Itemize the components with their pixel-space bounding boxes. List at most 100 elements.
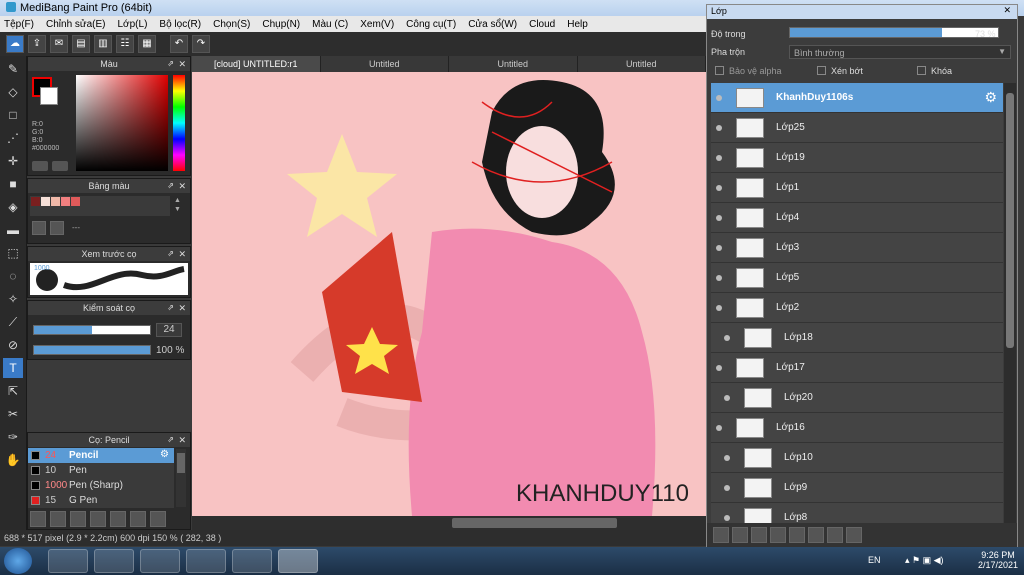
merge-layer-icon[interactable] <box>827 527 843 543</box>
eye-icon[interactable] <box>716 185 722 191</box>
eye-icon[interactable] <box>716 215 722 221</box>
share-icon[interactable]: ⇪ <box>28 35 46 53</box>
eye-icon[interactable] <box>724 335 730 341</box>
menu-select[interactable]: Chọn(S) <box>213 19 250 30</box>
eye-icon[interactable] <box>724 395 730 401</box>
menu-layer[interactable]: Lớp(L) <box>118 19 148 30</box>
layer-folder-icon[interactable] <box>789 527 805 543</box>
popout-icon[interactable]: ⇗ <box>167 301 174 315</box>
eye-icon[interactable] <box>716 365 722 371</box>
tab-cloud-untitled[interactable]: [cloud] UNTITLED:r1 <box>192 56 321 72</box>
brush-size-value[interactable]: 24 <box>156 323 182 337</box>
start-button[interactable] <box>4 548 32 574</box>
clipping-checkbox[interactable] <box>817 66 826 75</box>
eye-icon[interactable] <box>724 485 730 491</box>
menu-help[interactable]: Help <box>567 19 588 30</box>
menu-window[interactable]: Cửa sổ(W) <box>468 19 517 30</box>
layer-row[interactable]: Lớp18 <box>711 323 1003 353</box>
rectangle-tool-icon[interactable]: □ <box>3 105 23 125</box>
media-player-icon[interactable] <box>140 549 180 573</box>
new-8bit-layer-icon[interactable] <box>751 527 767 543</box>
layer-row[interactable]: Lớp2 <box>711 293 1003 323</box>
move-tool-icon[interactable]: ✛ <box>3 151 23 171</box>
divide-tool-icon[interactable]: ✂ <box>3 404 23 424</box>
gear-icon[interactable]: ⚙ <box>984 89 997 106</box>
cloud-icon[interactable]: ☁ <box>6 35 24 53</box>
dot-tool-icon[interactable]: ⋰ <box>3 128 23 148</box>
grid-icon[interactable]: ▦ <box>138 35 156 53</box>
hand-tool-icon[interactable]: ✋ <box>3 450 23 470</box>
bucket-tool-icon[interactable]: ◈ <box>3 197 23 217</box>
popout-icon[interactable]: ⇗ <box>167 57 174 71</box>
brush-item[interactable]: 1000 Pen (Sharp) <box>28 478 174 493</box>
menu-snap[interactable]: Chụp(N) <box>262 19 300 30</box>
eye-icon[interactable] <box>724 455 730 461</box>
tab-untitled[interactable]: Untitled <box>320 56 449 72</box>
clock[interactable]: 9:26 PM 2/17/2021 <box>978 550 1018 570</box>
menu-filter[interactable]: Bộ lọc(R) <box>159 19 201 30</box>
drawing-canvas[interactable]: KHANHDUY110 <box>192 72 706 516</box>
select-rect-icon[interactable]: ⬚ <box>3 243 23 263</box>
copy-brush-icon[interactable] <box>130 511 146 527</box>
layer-row[interactable]: Lớp9 <box>711 473 1003 503</box>
new-halftone-layer-icon[interactable] <box>732 527 748 543</box>
text-tool-icon[interactable]: T <box>3 358 23 378</box>
document-icon[interactable]: ▤ <box>72 35 90 53</box>
comment-icon[interactable]: ✉ <box>50 35 68 53</box>
brush-item[interactable]: 10 Pen <box>28 463 174 478</box>
lock-checkbox[interactable] <box>917 66 926 75</box>
eye-icon[interactable] <box>716 425 722 431</box>
folder-icon[interactable] <box>110 511 126 527</box>
swap-color-icon[interactable] <box>52 161 68 171</box>
brush-settings-icon[interactable] <box>90 511 106 527</box>
close-icon[interactable]: ✕ <box>178 433 186 447</box>
dropper-small-icon[interactable] <box>32 161 48 171</box>
trash-icon[interactable] <box>150 511 166 527</box>
eye-icon[interactable] <box>716 245 722 251</box>
brush-size-slider[interactable] <box>33 325 151 335</box>
gear-icon[interactable]: ⚙ <box>160 449 169 460</box>
select-eraser-icon[interactable]: ⊘ <box>3 335 23 355</box>
menu-edit[interactable]: Chỉnh sửa(E) <box>46 19 106 30</box>
undo-icon[interactable]: ↶ <box>170 35 188 53</box>
vscroll-thumb[interactable] <box>1006 93 1014 348</box>
blend-mode-select[interactable]: Bình thường ▼ <box>789 45 1011 59</box>
brush-opacity-slider[interactable] <box>33 345 151 355</box>
layer-row[interactable]: Lớp20 <box>711 383 1003 413</box>
ie-icon[interactable] <box>48 549 88 573</box>
redo-icon[interactable]: ↷ <box>192 35 210 53</box>
menu-color[interactable]: Màu (C) <box>312 19 348 30</box>
app-icon[interactable] <box>232 549 272 573</box>
tab-untitled[interactable]: Untitled <box>449 56 578 72</box>
menu-view[interactable]: Xem(V) <box>360 19 394 30</box>
layer-row[interactable]: Lớp19 <box>711 143 1003 173</box>
layer-row[interactable]: Lớp25 <box>711 113 1003 143</box>
explorer-icon[interactable] <box>94 549 134 573</box>
hue-slider[interactable] <box>173 75 185 171</box>
magic-wand-icon[interactable]: ✧ <box>3 289 23 309</box>
popout-icon[interactable]: ⇗ <box>167 247 174 261</box>
popout-icon[interactable]: ⇗ <box>167 433 174 447</box>
new-palette-icon[interactable] <box>32 221 46 235</box>
layer-row[interactable]: Lớp5 <box>711 263 1003 293</box>
swatch[interactable] <box>31 197 40 206</box>
tab-untitled[interactable]: Untitled <box>577 56 706 72</box>
new-brush-icon[interactable] <box>50 511 66 527</box>
brush-tool-icon[interactable]: ✎ <box>3 59 23 79</box>
eye-icon[interactable] <box>716 155 722 161</box>
lasso-icon[interactable]: ◌ <box>3 266 23 286</box>
menu-cloud[interactable]: Cloud <box>529 19 555 30</box>
language-indicator[interactable]: EN <box>868 555 881 565</box>
layer-row[interactable]: Lớp10 <box>711 443 1003 473</box>
layer-row[interactable]: Lớp1 <box>711 173 1003 203</box>
color-picker-square[interactable] <box>76 75 168 171</box>
hscroll-thumb[interactable] <box>452 518 617 528</box>
layer-list-scrollbar[interactable] <box>1004 83 1016 523</box>
eye-icon[interactable] <box>716 305 722 311</box>
delete-palette-icon[interactable] <box>50 221 64 235</box>
layer-row[interactable]: KhanhDuy1106s ⚙ <box>711 83 1003 113</box>
medibang-icon[interactable] <box>278 549 318 573</box>
brush-item[interactable]: 24 Pencil ⚙ <box>28 448 174 463</box>
page-icon[interactable]: ▥ <box>94 35 112 53</box>
chrome-icon[interactable] <box>186 549 226 573</box>
